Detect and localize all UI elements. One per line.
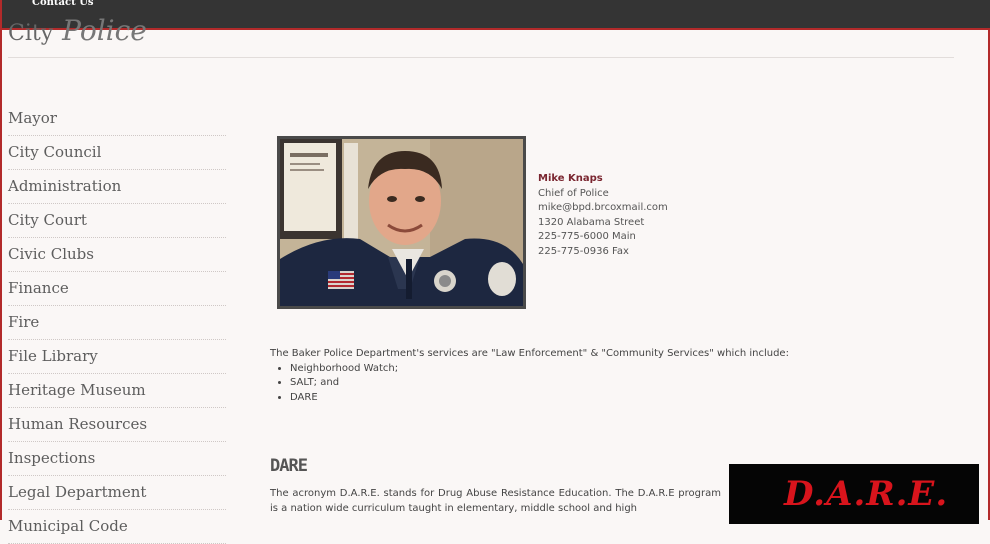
sidebar-item-fire[interactable]: Fire [8,306,226,340]
sidebar-item-human-resources[interactable]: Human Resources [8,408,226,442]
list-item: Neighborhood Watch; [290,362,789,377]
services-intro: The Baker Police Department's services a… [270,348,789,359]
sidebar-item-administration[interactable]: Administration [8,170,226,204]
sidebar-navigation: Mayor City Council Administration City C… [8,102,226,544]
sidebar-item-city-court[interactable]: City Court [8,204,226,238]
dare-heading: DARE [270,456,308,476]
site-title-plain: City [8,21,54,46]
sidebar-item-heritage-museum[interactable]: Heritage Museum [8,374,226,408]
chief-address: 1320 Alabama Street [538,216,645,228]
services-list: Neighborhood Watch; SALT; and DARE [270,362,789,406]
site-title[interactable]: City Police [8,14,147,47]
chief-email[interactable]: mike@bpd.brcoxmail.com [538,201,668,216]
sidebar-item-inspections[interactable]: Inspections [8,442,226,476]
sidebar-item-file-library[interactable]: File Library [8,340,226,374]
top-navigation-bar: Contact Us [2,0,990,30]
sidebar-item-civic-clubs[interactable]: Civic Clubs [8,238,226,272]
chief-phone-fax: 225-775-0936 Fax [538,245,629,257]
chief-phone-main: 225-775-6000 Main [538,231,636,242]
sidebar-item-municipal-code[interactable]: Municipal Code [8,510,226,544]
list-item: DARE [290,391,789,406]
police-chief-photo [277,136,526,309]
sidebar-item-mayor[interactable]: Mayor [8,102,226,136]
dare-logo-text: D.A.R.E. [784,474,949,514]
police-chief-photo-graphic [280,139,523,306]
dare-logo: D.A.R.E. [729,464,979,524]
contact-us-link[interactable]: Contact Us [32,0,94,8]
chief-title: Chief of Police [538,187,609,199]
sidebar-item-legal-department[interactable]: Legal Department [8,476,226,510]
title-divider [8,57,954,58]
services-section: The Baker Police Department's services a… [270,347,789,405]
sidebar-item-city-council[interactable]: City Council [8,136,226,170]
chief-contact-card: Mike Knaps Chief of Police mike@bpd.brco… [538,172,668,259]
sidebar-item-finance[interactable]: Finance [8,272,226,306]
site-title-script: Police [62,14,147,47]
dare-description: The acronym D.A.R.E. stands for Drug Abu… [270,488,721,514]
list-item: SALT; and [290,376,789,391]
chief-name: Mike Knaps [538,173,603,184]
